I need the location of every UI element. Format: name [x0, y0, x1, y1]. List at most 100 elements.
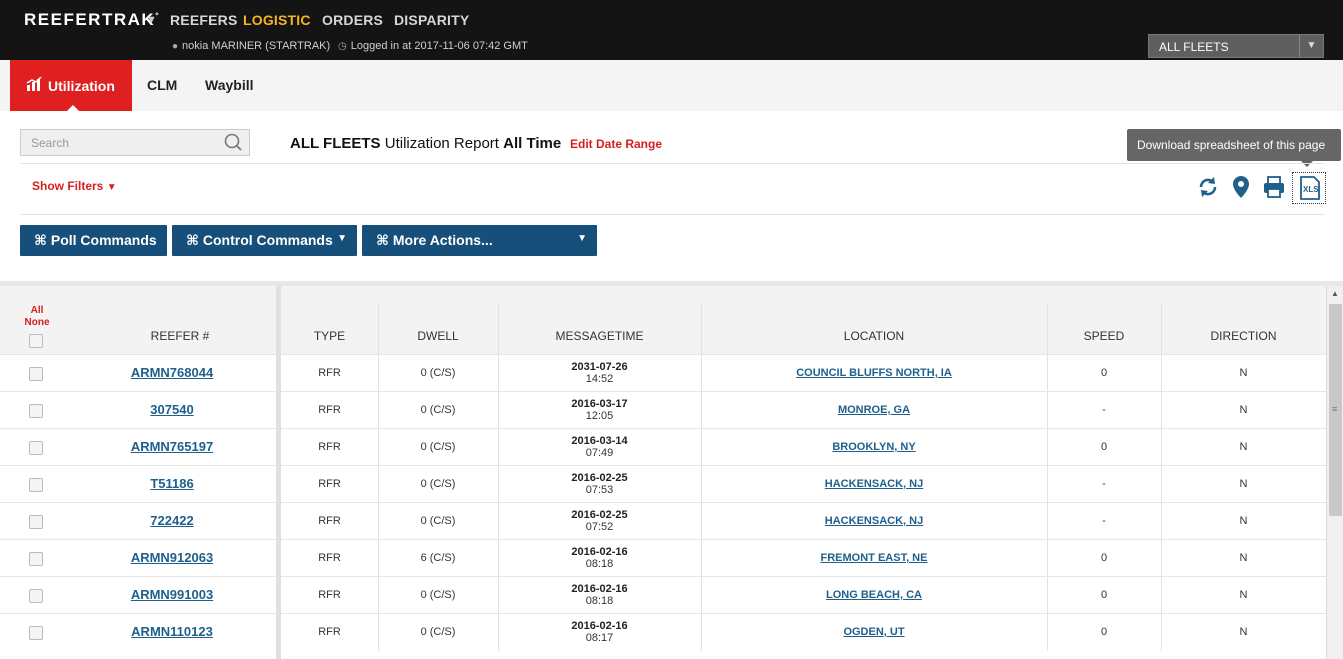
header-checkbox[interactable] [29, 334, 43, 348]
tab-waybill[interactable]: Waybill [205, 60, 254, 111]
direction-cell: N [1239, 552, 1248, 564]
dwell-cell: 0 (C/S) [420, 589, 456, 601]
map-pin-icon[interactable] [1229, 174, 1253, 200]
direction-cell: N [1239, 441, 1248, 453]
table-row[interactable]: RFR 0 (C/S) 2016-02-25 07:52 HACKENSACK, NJ -… [281, 502, 1326, 540]
brand-logo[interactable]: REEFERTRAK° [24, 10, 160, 30]
column-header-messagetime[interactable]: MESSAGETIME [498, 329, 701, 343]
select-none-link[interactable]: None [22, 317, 52, 329]
print-icon[interactable] [1262, 174, 1286, 200]
select-all-link[interactable]: All [22, 305, 52, 317]
scroll-up-arrow-icon[interactable]: ▲ [1331, 289, 1339, 298]
location-link[interactable]: HACKENSACK, NJ [701, 515, 1047, 527]
direction-cell: N [1239, 367, 1248, 379]
location-link[interactable]: BROOKLYN, NY [701, 441, 1047, 453]
table-row[interactable]: T51186 [0, 465, 276, 502]
reefer-id-link[interactable]: ARMN991003 [102, 587, 242, 602]
xls-icon[interactable]: XLS [1292, 172, 1326, 204]
poll-commands-button[interactable]: ⌘ Poll Commands [20, 225, 167, 256]
messagetime-cell: 2016-02-25 07:53 [498, 472, 701, 496]
nav-orders[interactable]: ORDERS [322, 12, 383, 28]
speed-cell: - [1102, 478, 1106, 490]
column-header-location[interactable]: LOCATION [701, 329, 1047, 343]
column-header-speed[interactable]: SPEED [1047, 329, 1161, 343]
vertical-scrollbar[interactable]: ▲ ≡ [1326, 286, 1343, 659]
table-row[interactable]: 722422 [0, 502, 276, 539]
reefer-id-link[interactable]: 722422 [102, 513, 242, 528]
table-row[interactable]: 307540 [0, 391, 276, 428]
nav-disparity[interactable]: DISPARITY [394, 12, 469, 28]
edit-date-range-link[interactable]: Edit Date Range [570, 137, 662, 151]
chevron-down-icon: ▼ [106, 182, 117, 193]
column-header-type[interactable]: TYPE [281, 329, 378, 343]
row-checkbox[interactable] [29, 589, 43, 603]
table-row[interactable]: RFR 0 (C/S) 2016-02-16 08:17 OGDEN, UT 0 N [281, 613, 1326, 651]
chart-icon [26, 76, 42, 94]
row-checkbox[interactable] [29, 478, 43, 492]
nav-logistic[interactable]: LOGISTIC [243, 12, 311, 28]
column-header-reefer[interactable]: REEFER # [100, 329, 260, 343]
table-row[interactable]: RFR 0 (C/S) 2016-02-16 08:18 LONG BEACH, CA 0… [281, 576, 1326, 614]
table-row[interactable]: RFR 0 (C/S) 2016-03-14 07:49 BROOKLYN, NY 0 N [281, 428, 1326, 466]
direction-cell: N [1239, 626, 1248, 638]
show-filters-toggle[interactable]: Show Filters ▼ [32, 179, 117, 193]
reefer-id-link[interactable]: ARMN912063 [102, 550, 242, 565]
message-time: 07:53 [585, 484, 614, 496]
table-row[interactable]: ARMN912063 [0, 539, 276, 576]
row-checkbox[interactable] [29, 367, 43, 381]
table-row[interactable]: ARMN768044 [0, 354, 276, 391]
table-row[interactable]: ARMN110123 [0, 613, 276, 650]
table-row[interactable]: ARMN991003 [0, 576, 276, 613]
speed-cell: 0 [1100, 589, 1108, 601]
table-row[interactable]: RFR 6 (C/S) 2016-02-16 08:18 FREMONT EAST, N… [281, 539, 1326, 577]
divider [20, 163, 1325, 164]
table-row[interactable]: RFR 0 (C/S) 2031-07-26 14:52 COUNCIL BLUFFS … [281, 354, 1326, 392]
row-checkbox[interactable] [29, 552, 43, 566]
location-link[interactable]: OGDEN, UT [701, 626, 1047, 638]
chevron-down-icon[interactable]: ▼ [146, 14, 157, 26]
dwell-cell: 6 (C/S) [420, 552, 456, 564]
direction-cell: N [1239, 404, 1248, 416]
location-link[interactable]: HACKENSACK, NJ [701, 478, 1047, 490]
message-time: 08:17 [585, 632, 614, 644]
search-icon[interactable] [223, 132, 243, 152]
message-time: 08:18 [585, 595, 614, 607]
control-commands-button[interactable]: ⌘ Control Commands ▼ [172, 225, 357, 256]
reefer-id-link[interactable]: T51186 [102, 476, 242, 491]
dwell-cell: 0 (C/S) [420, 404, 456, 416]
reefer-id-link[interactable]: ARMN765197 [102, 439, 242, 454]
svg-text:XLS: XLS [1303, 185, 1319, 194]
more-actions-button[interactable]: ⌘ More Actions... ▼ [362, 225, 597, 256]
column-header-direction[interactable]: DIRECTION [1161, 329, 1326, 343]
tab-utilization[interactable]: Utilization [10, 60, 132, 112]
column-header-dwell[interactable]: DWELL [378, 329, 498, 343]
location-link[interactable]: COUNCIL BLUFFS NORTH, IA [701, 367, 1047, 379]
row-checkbox[interactable] [29, 515, 43, 529]
reefer-id-link[interactable]: ARMN110123 [102, 624, 242, 639]
location-link[interactable]: LONG BEACH, CA [701, 589, 1047, 601]
fleet-select[interactable]: ALL FLEETS ▼ [1148, 34, 1324, 58]
search-input[interactable]: Search [20, 129, 250, 156]
chevron-down-icon: ▼ [1299, 35, 1323, 57]
table-row[interactable]: RFR 0 (C/S) 2016-03-17 12:05 MONROE, GA - N [281, 391, 1326, 429]
direction-cell: N [1239, 478, 1248, 490]
location-link[interactable]: FREMONT EAST, NE [701, 552, 1047, 564]
nav-reefers[interactable]: REEFERS [170, 12, 238, 28]
speed-cell: 0 [1100, 552, 1108, 564]
table-row[interactable]: RFR 0 (C/S) 2016-02-25 07:53 HACKENSACK, NJ -… [281, 465, 1326, 503]
message-time: 08:18 [585, 558, 614, 570]
table-row[interactable]: ARMN765197 [0, 428, 276, 465]
reefer-id-link[interactable]: 307540 [102, 402, 242, 417]
message-time: 12:05 [585, 410, 614, 422]
message-date: 2016-03-17 [571, 398, 628, 410]
row-checkbox[interactable] [29, 404, 43, 418]
row-checkbox[interactable] [29, 441, 43, 455]
reefer-id-link[interactable]: ARMN768044 [102, 365, 242, 380]
scrollbar-thumb[interactable]: ≡ [1329, 304, 1342, 516]
refresh-icon[interactable] [1196, 174, 1220, 200]
type-cell: RFR [318, 367, 341, 379]
row-checkbox[interactable] [29, 626, 43, 640]
message-date: 2016-03-14 [571, 435, 628, 447]
location-link[interactable]: MONROE, GA [701, 404, 1047, 416]
tab-clm[interactable]: CLM [147, 60, 177, 111]
